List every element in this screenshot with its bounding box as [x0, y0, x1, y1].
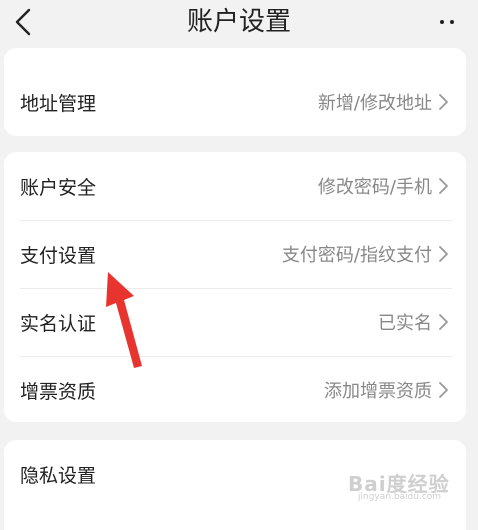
row-value: 修改密码/手机 — [317, 177, 432, 198]
more-dots-icon — [440, 20, 444, 24]
row-value: 添加增票资质 — [324, 381, 432, 402]
row-label: 实名认证 — [20, 312, 97, 335]
header-bar: 账户设置 — [0, 0, 478, 44]
row-label: 隐私设置 — [20, 464, 97, 487]
settings-card-address: 地址管理 新增/修改地址 — [4, 48, 466, 136]
chevron-right-icon — [439, 314, 448, 330]
chevron-right-icon — [439, 382, 448, 398]
chevron-right-icon — [439, 94, 448, 110]
page-title: 账户设置 — [186, 7, 291, 37]
row-label: 地址管理 — [20, 92, 97, 115]
row-real-name-verification[interactable]: 实名认证 已实名 — [4, 288, 466, 356]
watermark-sub: jingyan.baidu.com — [358, 492, 442, 502]
more-dot — [450, 20, 454, 24]
chevron-right-icon — [439, 178, 448, 194]
row-label: 支付设置 — [20, 244, 97, 267]
row-label: 账户安全 — [20, 176, 97, 199]
chevron-right-icon — [439, 246, 448, 262]
row-value: 新增/修改地址 — [317, 93, 432, 114]
row-value: 支付密码/指纹支付 — [281, 245, 432, 266]
row-value: 已实名 — [378, 313, 432, 334]
settings-card-account: 账户安全 修改密码/手机 支付设置 支付密码/指纹支付 实名认证 已实名 增票资… — [4, 152, 466, 422]
watermark-logo: Bai度经验 jingyan.baidu.com — [348, 464, 468, 504]
more-button[interactable] — [432, 4, 462, 40]
row-label: 增票资质 — [20, 380, 97, 403]
row-vat-invoice[interactable]: 增票资质 添加增票资质 — [4, 356, 466, 424]
row-payment-settings[interactable]: 支付设置 支付密码/指纹支付 — [4, 220, 466, 288]
row-address-management[interactable]: 地址管理 新增/修改地址 — [4, 68, 466, 136]
row-account-security[interactable]: 账户安全 修改密码/手机 — [4, 152, 466, 220]
